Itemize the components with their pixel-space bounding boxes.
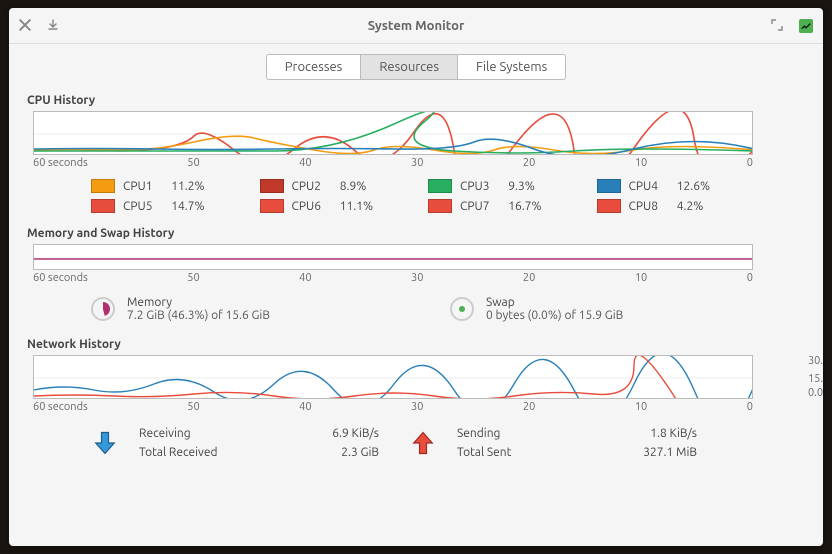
send-total: 327.1 MiB — [607, 446, 697, 459]
xlabel: 60 seconds — [33, 157, 88, 169]
color-swatch-icon — [260, 179, 284, 193]
xlabel: 0 — [747, 157, 753, 169]
color-swatch-icon — [91, 179, 115, 193]
xlabel: 20 — [523, 157, 535, 169]
cpu-pct: 16.7% — [508, 200, 541, 213]
network-chart — [33, 355, 753, 399]
tab-resources[interactable]: Resources — [361, 54, 458, 80]
cpu-pct: 12.6% — [677, 180, 710, 193]
recv-rate: 6.9 KiB/s — [289, 427, 379, 440]
xlabel: 30 — [411, 157, 423, 169]
memory-pie-icon — [91, 297, 115, 321]
cpu-pct: 9.3% — [508, 180, 535, 193]
cpu-legend-item[interactable]: CPU3 9.3% — [428, 179, 597, 193]
cpu-legend-item[interactable]: CPU5 14.7% — [91, 199, 260, 213]
cpu-legend-item[interactable]: CPU7 16.7% — [428, 199, 597, 213]
memory-usage: Memory 7.2 GiB (46.3%) of 15.6 GiB — [91, 296, 270, 322]
send-total-label: Total Sent — [457, 446, 587, 459]
xlabel: 30 — [411, 272, 423, 284]
ylabel: 30.0 KiB/s — [808, 355, 823, 367]
swap-pie-icon — [450, 297, 474, 321]
color-swatch-icon — [260, 199, 284, 213]
maximize-icon[interactable] — [771, 19, 785, 33]
recv-label: Receiving — [139, 427, 269, 440]
download-arrow-icon — [91, 429, 119, 457]
xlabel: 50 — [187, 401, 199, 413]
cpu-legend-item[interactable]: CPU2 8.9% — [260, 179, 429, 193]
download-icon[interactable] — [47, 19, 61, 33]
xlabel: 40 — [299, 401, 311, 413]
network-receiving: Receiving 6.9 KiB/s Total Received 2.3 G… — [91, 427, 379, 459]
color-swatch-icon — [597, 179, 621, 193]
net-ylabels: 30.0 KiB/s 15.0 KiB/s 0.0 KiB/s — [808, 355, 823, 399]
cpu-pct: 8.9% — [340, 180, 367, 193]
recv-total-label: Total Received — [139, 446, 269, 459]
cpu-legend-item[interactable]: CPU4 12.6% — [597, 179, 766, 193]
close-icon[interactable] — [19, 19, 33, 33]
color-swatch-icon — [428, 199, 452, 213]
network-sending: Sending 1.8 KiB/s Total Sent 327.1 MiB — [409, 427, 697, 459]
indicator-icon[interactable] — [799, 19, 813, 33]
tab-filesystems[interactable]: File Systems — [458, 54, 566, 80]
cpu-pct: 11.1% — [340, 200, 373, 213]
xlabel: 10 — [635, 157, 647, 169]
net-xlabels: 60 seconds 50 40 30 20 10 0 — [33, 401, 753, 413]
cpu-name: CPU3 — [460, 180, 490, 193]
cpu-name: CPU2 — [292, 180, 322, 193]
xlabel: 60 seconds — [33, 272, 88, 284]
xlabel: 60 seconds — [33, 401, 88, 413]
xlabel: 0 — [747, 401, 753, 413]
color-swatch-icon — [91, 199, 115, 213]
cpu-pct: 11.2% — [171, 180, 204, 193]
cpu-name: CPU1 — [123, 180, 153, 193]
swap-value: 0 bytes (0.0%) of 15.9 GiB — [486, 309, 623, 322]
upload-arrow-icon — [409, 429, 437, 457]
tab-bar: Processes Resources File Systems — [9, 44, 823, 88]
cpu-pct: 14.7% — [171, 200, 204, 213]
cpu-name: CPU6 — [292, 200, 322, 213]
cpu-legend-item[interactable]: CPU1 11.2% — [91, 179, 260, 193]
system-monitor-window: System Monitor Processes Resources File … — [9, 8, 823, 546]
mem-xlabels: 60 seconds 50 40 30 20 10 0 — [33, 272, 753, 284]
cpu-name: CPU5 — [123, 200, 153, 213]
xlabel: 40 — [299, 272, 311, 284]
color-swatch-icon — [428, 179, 452, 193]
cpu-name: CPU8 — [629, 200, 659, 213]
xlabel: 50 — [187, 272, 199, 284]
cpu-xlabels: 60 seconds 50 40 30 20 10 0 — [33, 157, 753, 169]
cpu-pct: 4.2% — [677, 200, 704, 213]
swap-label: Swap — [486, 296, 623, 309]
memory-value: 7.2 GiB (46.3%) of 15.6 GiB — [127, 309, 270, 322]
cpu-chart — [33, 111, 753, 155]
cpu-name: CPU7 — [460, 200, 490, 213]
memory-label: Memory — [127, 296, 270, 309]
content-area: CPU History 100 % 50 % 0 % 60 seconds 50… — [9, 88, 823, 546]
memory-chart — [33, 244, 753, 270]
window-title: System Monitor — [368, 19, 465, 33]
ylabel: 15.0 KiB/s — [808, 373, 823, 385]
cpu-name: CPU4 — [629, 180, 659, 193]
xlabel: 20 — [523, 401, 535, 413]
swap-usage: Swap 0 bytes (0.0%) of 15.9 GiB — [450, 296, 623, 322]
cpu-title: CPU History — [27, 94, 805, 107]
cpu-legend: CPU1 11.2%CPU2 8.9%CPU3 9.3%CPU4 12.6%CP… — [27, 175, 805, 221]
xlabel: 50 — [187, 157, 199, 169]
send-label: Sending — [457, 427, 587, 440]
tab-processes[interactable]: Processes — [266, 54, 362, 80]
recv-total: 2.3 GiB — [289, 446, 379, 459]
xlabel: 30 — [411, 401, 423, 413]
memory-title: Memory and Swap History — [27, 227, 805, 240]
xlabel: 10 — [635, 272, 647, 284]
xlabel: 0 — [747, 272, 753, 284]
cpu-legend-item[interactable]: CPU8 4.2% — [597, 199, 766, 213]
ylabel: 0.0 KiB/s — [808, 387, 823, 399]
network-title: Network History — [27, 338, 805, 351]
xlabel: 20 — [523, 272, 535, 284]
cpu-legend-item[interactable]: CPU6 11.1% — [260, 199, 429, 213]
titlebar: System Monitor — [9, 8, 823, 44]
send-rate: 1.8 KiB/s — [607, 427, 697, 440]
color-swatch-icon — [597, 199, 621, 213]
xlabel: 10 — [635, 401, 647, 413]
xlabel: 40 — [299, 157, 311, 169]
